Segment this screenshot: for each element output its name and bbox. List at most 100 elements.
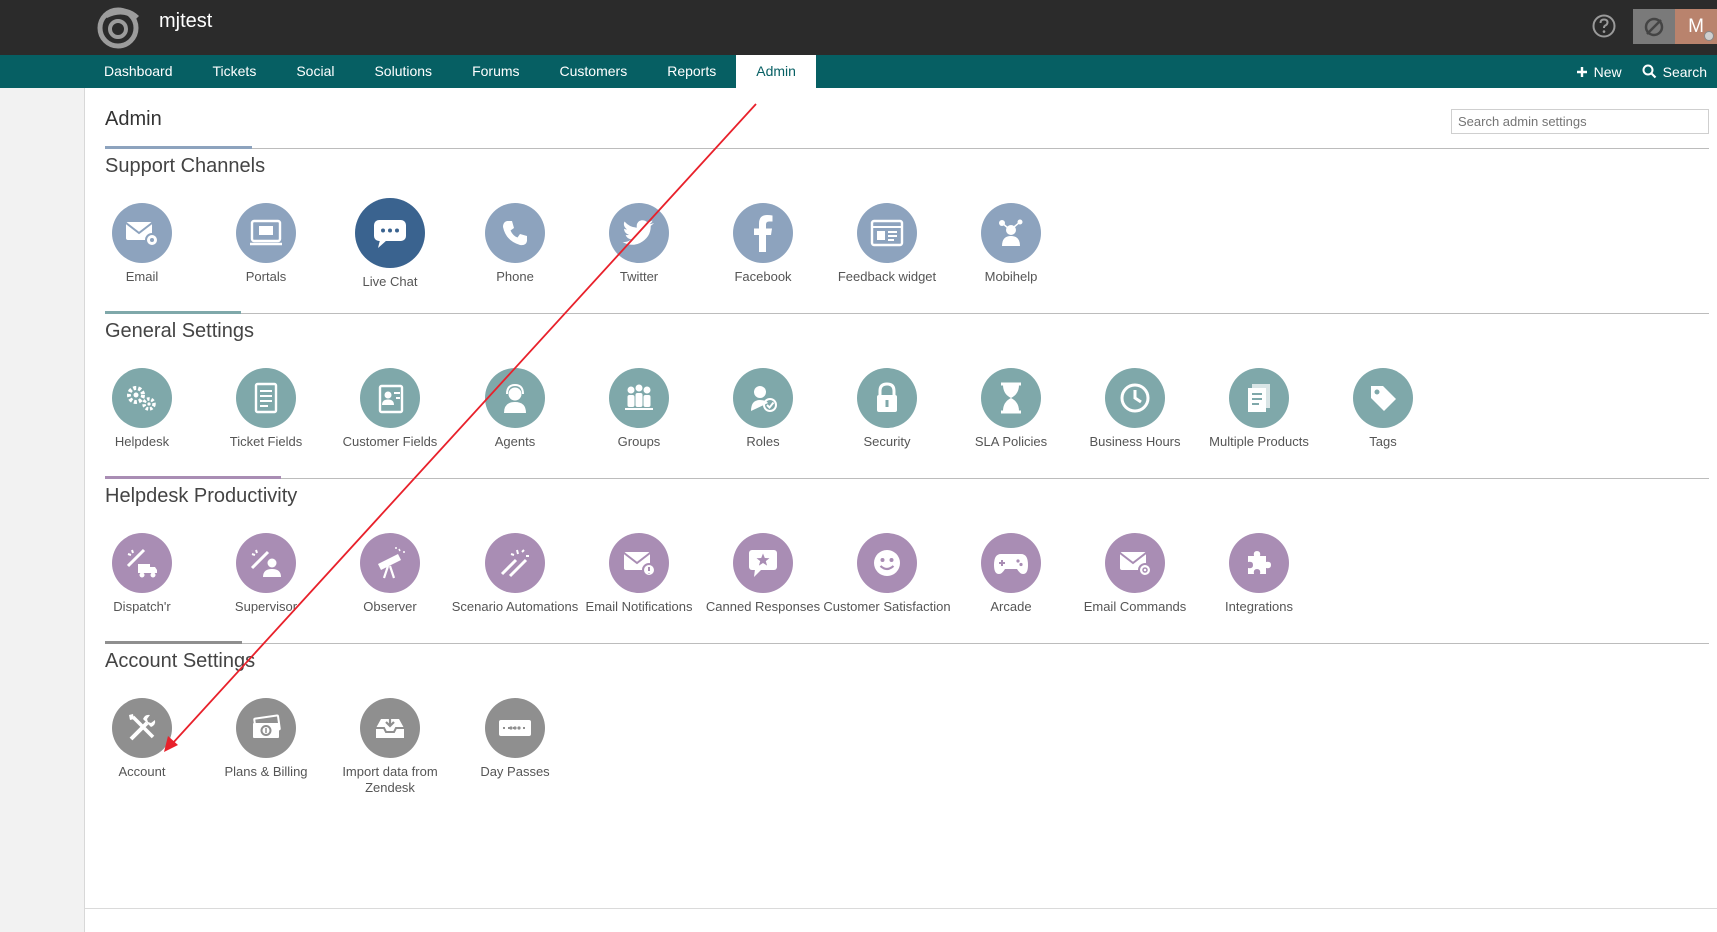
tile-multiple-products[interactable]: Multiple Products bbox=[1191, 368, 1327, 450]
chat-bubble-icon bbox=[355, 198, 425, 268]
tile-email[interactable]: Email bbox=[74, 203, 210, 285]
app-title[interactable]: mjtest bbox=[159, 10, 212, 33]
nav-forums[interactable]: Forums bbox=[452, 55, 539, 88]
nav-reports[interactable]: Reports bbox=[647, 55, 736, 88]
tile-roles[interactable]: Roles bbox=[695, 368, 831, 450]
nav-tickets[interactable]: Tickets bbox=[193, 55, 277, 88]
tile-day-passes[interactable]: Day Passes bbox=[447, 698, 583, 780]
tile-integrations[interactable]: Integrations bbox=[1191, 533, 1327, 615]
tag-icon bbox=[1353, 368, 1413, 428]
tile-email-commands[interactable]: Email Commands bbox=[1067, 533, 1203, 615]
gamepad-icon bbox=[981, 533, 1041, 593]
footer-divider bbox=[85, 908, 1717, 909]
tile-twitter[interactable]: Twitter bbox=[571, 203, 707, 285]
nav-admin[interactable]: Admin bbox=[736, 55, 816, 88]
tile-scenario-automations[interactable]: Scenario Automations bbox=[447, 533, 583, 615]
tile-label: Tags bbox=[1369, 434, 1397, 449]
tile-dispatchr[interactable]: Dispatch'r bbox=[74, 533, 210, 615]
tile-sla-policies[interactable]: SLA Policies bbox=[943, 368, 1079, 450]
email-settings-icon bbox=[112, 203, 172, 263]
search-button[interactable]: Search bbox=[1642, 64, 1707, 80]
section-accent bbox=[105, 311, 241, 314]
tile-plans-billing[interactable]: Plans & Billing bbox=[198, 698, 334, 780]
avatar[interactable]: M bbox=[1675, 9, 1717, 44]
nav-dashboard[interactable]: Dashboard bbox=[84, 55, 193, 88]
tile-arcade[interactable]: Arcade bbox=[943, 533, 1079, 615]
tile-label: Helpdesk bbox=[114, 434, 170, 449]
tile-customer-fields[interactable]: Customer Fields bbox=[322, 368, 458, 450]
new-button[interactable]: New bbox=[1576, 64, 1622, 80]
clock-icon bbox=[1105, 368, 1165, 428]
tile-feedback-widget[interactable]: Feedback widget bbox=[819, 203, 955, 285]
tile-label: Canned Responses bbox=[705, 599, 821, 614]
section-accent bbox=[105, 641, 242, 644]
tile-label: Email Commands bbox=[1083, 599, 1187, 614]
tile-label: Twitter bbox=[619, 269, 659, 284]
customer-fields-icon bbox=[360, 368, 420, 428]
tile-import-zendesk[interactable]: Import data from Zendesk bbox=[322, 698, 458, 796]
tile-label: Agents bbox=[494, 434, 536, 449]
admin-search-input[interactable] bbox=[1451, 109, 1709, 134]
top-bar: mjtest M bbox=[0, 0, 1717, 55]
tile-label: Integrations bbox=[1225, 599, 1293, 614]
tile-portals[interactable]: Portals bbox=[198, 203, 334, 285]
tile-label: Facebook bbox=[734, 269, 792, 284]
tile-business-hours[interactable]: Business Hours bbox=[1067, 368, 1203, 450]
tile-label: Phone bbox=[496, 269, 534, 284]
wrench-screwdriver-icon bbox=[112, 698, 172, 758]
tile-security[interactable]: Security bbox=[819, 368, 955, 450]
tile-label: Customer Satisfaction bbox=[823, 599, 951, 614]
tile-label: Plans & Billing bbox=[224, 764, 308, 779]
plus-icon bbox=[1576, 66, 1587, 77]
tile-helpdesk[interactable]: Helpdesk bbox=[74, 368, 210, 450]
tile-observer[interactable]: Observer bbox=[322, 533, 458, 615]
email-command-icon bbox=[1105, 533, 1165, 593]
tile-supervisor[interactable]: Supervisor bbox=[198, 533, 334, 615]
tile-label: Live Chat bbox=[362, 274, 418, 289]
tile-email-notifications[interactable]: Email Notifications bbox=[571, 533, 707, 615]
gears-icon bbox=[112, 368, 172, 428]
twitter-icon bbox=[609, 203, 669, 263]
tile-agents[interactable]: Agents bbox=[447, 368, 583, 450]
tile-canned-responses[interactable]: Canned Responses bbox=[695, 533, 831, 615]
tile-live-chat[interactable]: Live Chat bbox=[322, 198, 458, 290]
section-divider bbox=[105, 478, 1709, 479]
tile-phone[interactable]: Phone bbox=[447, 203, 583, 285]
tile-label: Arcade bbox=[990, 599, 1032, 614]
tile-ticket-fields[interactable]: Ticket Fields bbox=[198, 368, 334, 450]
tile-account[interactable]: Account bbox=[74, 698, 210, 780]
tile-label: Portals bbox=[245, 269, 287, 284]
roles-icon bbox=[733, 368, 793, 428]
mobihelp-icon bbox=[981, 203, 1041, 263]
phone-icon bbox=[485, 203, 545, 263]
padlock-icon bbox=[857, 368, 917, 428]
tile-label: Observer bbox=[363, 599, 417, 614]
nav-social[interactable]: Social bbox=[276, 55, 354, 88]
telescope-icon bbox=[360, 533, 420, 593]
tile-label: Feedback widget bbox=[837, 269, 937, 284]
tile-tags[interactable]: Tags bbox=[1315, 368, 1451, 450]
help-circle-icon[interactable] bbox=[1591, 13, 1617, 39]
tile-label: Dispatch'r bbox=[113, 599, 171, 614]
tile-label: Mobihelp bbox=[984, 269, 1038, 284]
user-avatar-group[interactable]: M bbox=[1633, 9, 1717, 44]
tile-label: Ticket Fields bbox=[229, 434, 303, 449]
tile-facebook[interactable]: Facebook bbox=[695, 203, 831, 285]
tile-mobihelp[interactable]: Mobihelp bbox=[943, 203, 1079, 285]
nav-customers[interactable]: Customers bbox=[540, 55, 648, 88]
nav-solutions[interactable]: Solutions bbox=[354, 55, 452, 88]
email-notification-icon bbox=[609, 533, 669, 593]
magic-wand-person-icon bbox=[236, 533, 296, 593]
tile-groups[interactable]: Groups bbox=[571, 368, 707, 450]
hourglass-icon bbox=[981, 368, 1041, 428]
tile-customer-satisfaction[interactable]: Customer Satisfaction bbox=[819, 533, 955, 615]
portal-icon bbox=[236, 203, 296, 263]
tile-label: Email Notifications bbox=[585, 599, 693, 614]
status-toggle-icon[interactable] bbox=[1633, 9, 1675, 44]
tile-label: Multiple Products bbox=[1209, 434, 1309, 449]
tile-label: Customer Fields bbox=[342, 434, 438, 449]
multiple-products-icon bbox=[1229, 368, 1289, 428]
section-title: General Settings bbox=[105, 320, 254, 342]
tile-label: Supervisor bbox=[234, 599, 298, 614]
freshdesk-logo-icon[interactable] bbox=[95, 4, 143, 50]
